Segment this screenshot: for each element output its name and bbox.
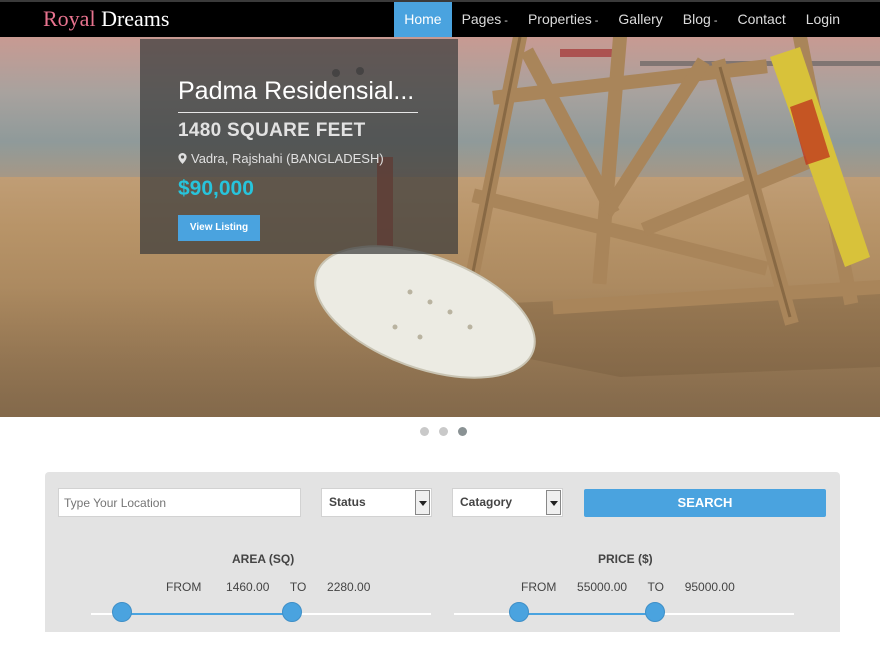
nav-label: Pages — [461, 11, 502, 27]
carousel-dot-2[interactable] — [439, 427, 448, 436]
nav-item-properties[interactable]: Properties - — [518, 2, 608, 37]
chevron-down-icon[interactable] — [415, 490, 430, 515]
view-listing-button[interactable]: View Listing — [178, 215, 260, 241]
listing-location: Vadra, Rajshahi (BANGLADESH) — [178, 151, 384, 166]
top-navbar: Royal Dreams Home Pages - Properties - Gal… — [0, 0, 880, 37]
category-select-label: Catagory — [460, 495, 513, 509]
area-range-values: FROM 1460.00 TO 2280.00 — [166, 580, 370, 594]
area-from-value: 1460.00 — [226, 580, 270, 594]
price-to-label: TO — [647, 580, 664, 594]
listing-area: 1480 SQUARE FEET — [178, 120, 366, 141]
status-select-label: Status — [329, 495, 366, 509]
map-marker-icon — [178, 153, 187, 164]
listing-price: $90,000 — [178, 177, 254, 200]
nav-label: Home — [404, 11, 442, 27]
price-range-values: FROM 55000.00 TO 95000.00 — [521, 580, 735, 594]
price-from-handle[interactable] — [508, 602, 529, 622]
listing-location-text: Vadra, Rajshahi (BANGLADESH) — [191, 151, 384, 166]
dropdown-caret-icon: - — [713, 15, 718, 27]
hero-slider: Padma Residensial... 1480 SQUARE FEET Va… — [0, 37, 880, 417]
location-search-input[interactable] — [58, 488, 301, 517]
category-select[interactable]: Catagory — [452, 488, 563, 517]
nav-label: Login — [805, 11, 840, 27]
nav-label: Properties — [527, 11, 592, 27]
nav-item-pages[interactable]: Pages - — [452, 2, 518, 37]
nav-label: Contact — [737, 11, 786, 27]
status-select[interactable]: Status — [321, 488, 432, 517]
price-range-title: PRICE ($) — [598, 552, 653, 566]
area-to-handle[interactable] — [281, 602, 302, 622]
area-from-label: FROM — [166, 580, 202, 594]
area-range-fill — [121, 613, 292, 615]
carousel-dot-3[interactable] — [458, 427, 467, 436]
search-button[interactable]: SEARCH — [584, 489, 826, 517]
price-to-handle[interactable] — [644, 602, 665, 622]
slide-caption: Padma Residensial... 1480 SQUARE FEET Va… — [140, 39, 458, 254]
listing-title[interactable]: Padma Residensial... — [178, 77, 418, 113]
price-range-slider[interactable] — [454, 613, 794, 615]
main-nav: Home Pages - Properties - Gallery Blog - Co… — [394, 2, 850, 37]
dropdown-caret-icon: - — [504, 15, 508, 27]
site-logo[interactable]: Royal Dreams — [43, 6, 169, 32]
area-to-label: TO — [289, 580, 307, 594]
nav-label: Gallery — [618, 11, 663, 27]
nav-item-blog[interactable]: Blog - — [673, 2, 728, 37]
area-to-value: 2280.00 — [327, 580, 371, 594]
area-range-slider[interactable] — [91, 613, 431, 615]
nav-item-login[interactable]: Login — [796, 2, 850, 37]
area-from-handle[interactable] — [111, 602, 132, 622]
dropdown-caret-icon: - — [594, 15, 599, 27]
price-from-value: 55000.00 — [577, 580, 628, 594]
logo-word-royal: Royal — [43, 6, 96, 31]
price-to-value: 95000.00 — [684, 580, 735, 594]
carousel-indicators — [420, 427, 467, 436]
property-search-panel: Status Catagory SEARCH AREA (SQ) FROM 14… — [45, 472, 840, 632]
chevron-down-icon[interactable] — [546, 490, 561, 515]
nav-item-home[interactable]: Home — [394, 2, 452, 37]
nav-label: Blog — [682, 11, 711, 27]
area-range-title: AREA (SQ) — [232, 552, 295, 566]
price-range-fill — [518, 613, 655, 615]
nav-item-contact[interactable]: Contact — [727, 2, 795, 37]
logo-word-dreams: Dreams — [101, 6, 170, 31]
carousel-dot-1[interactable] — [420, 427, 429, 436]
nav-item-gallery[interactable]: Gallery — [608, 2, 672, 37]
price-from-label: FROM — [521, 580, 557, 594]
